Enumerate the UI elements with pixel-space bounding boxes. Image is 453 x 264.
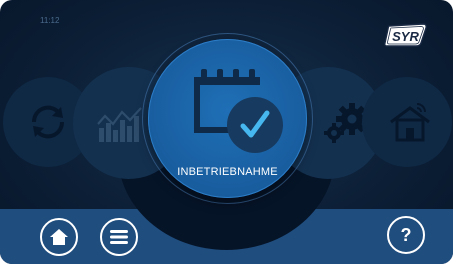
active-item-label: INBETRIEBNAHME	[177, 166, 278, 178]
device-screen: 11:12 SYR INBETRIEBNAHME ?	[0, 0, 453, 264]
help-label: ?	[400, 224, 412, 245]
home-button[interactable]	[40, 218, 78, 256]
clock-time: 11:12	[40, 16, 60, 25]
sync-icon	[31, 105, 65, 139]
menu-button[interactable]	[100, 218, 138, 256]
carousel-item-commissioning[interactable]: INBETRIEBNAHME	[148, 39, 307, 198]
house-wifi-icon	[390, 103, 430, 142]
menu-icon	[110, 230, 128, 244]
logo-text: SYR	[392, 29, 419, 44]
carousel-item-home-network[interactable]	[362, 77, 452, 167]
help-button[interactable]: ?	[387, 216, 425, 254]
home-icon	[50, 229, 68, 245]
calendar-check-icon	[194, 69, 283, 153]
syr-logo: SYR	[383, 22, 429, 48]
